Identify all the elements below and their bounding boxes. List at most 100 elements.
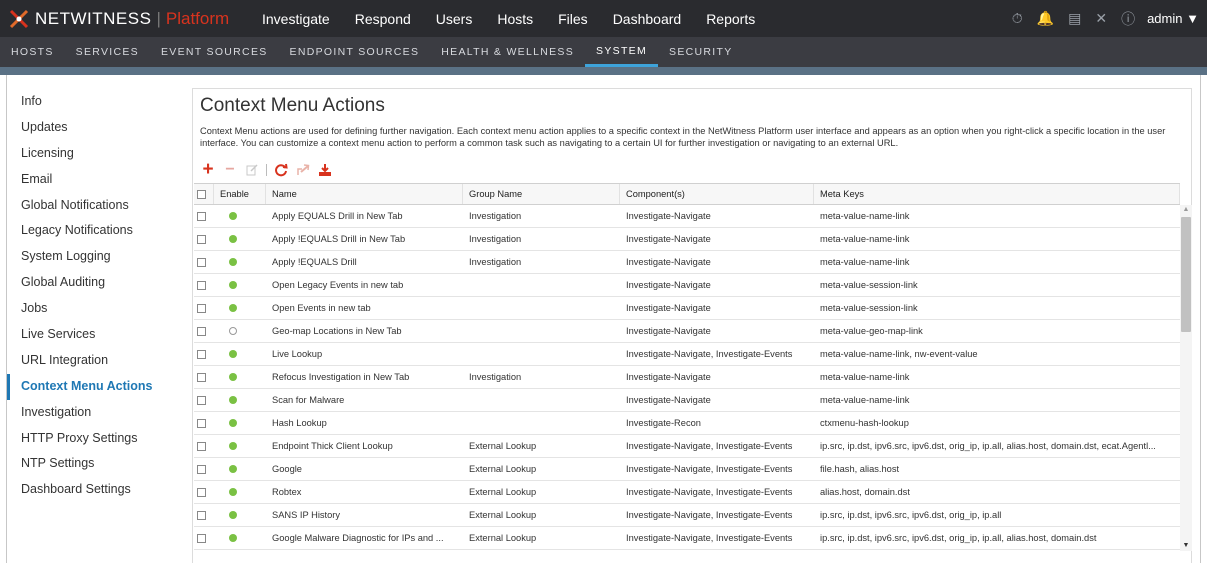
table-row[interactable]: Google Malware Diagnostic for IPs and ..… <box>194 527 1180 550</box>
nav-users[interactable]: Users <box>436 11 473 27</box>
enable-cell <box>214 366 266 388</box>
row-select-cell <box>194 228 214 250</box>
row-checkbox[interactable] <box>197 234 206 244</box>
row-checkbox[interactable] <box>197 487 206 497</box>
sidebar-item-jobs[interactable]: Jobs <box>7 296 187 322</box>
table-row[interactable]: SANS IP History External Lookup Investigat… <box>194 504 1180 527</box>
export-icon[interactable] <box>295 162 311 178</box>
sidebar-item-context-menu-actions[interactable]: Context Menu Actions <box>7 373 187 400</box>
enable-cell <box>214 481 266 503</box>
sidebar-item-url-integration[interactable]: URL Integration <box>7 348 187 374</box>
sidebar-item-licensing[interactable]: Licensing <box>7 141 187 167</box>
table-row[interactable]: Geo-map Locations in New Tab Investigate-… <box>194 320 1180 343</box>
row-checkbox[interactable] <box>197 418 206 428</box>
scroll-down-icon[interactable]: ▼ <box>1180 541 1192 551</box>
row-checkbox[interactable] <box>197 349 206 359</box>
meta-keys: meta-value-session-link <box>820 280 918 290</box>
table-row[interactable]: Refocus Investigation in New Tab Investig… <box>194 366 1180 389</box>
netwitness-logo[interactable]: NETWITNESS | Platform <box>8 0 248 37</box>
header-enable[interactable]: Enable <box>214 184 266 204</box>
row-checkbox[interactable] <box>197 395 206 405</box>
row-checkbox[interactable] <box>197 303 206 313</box>
group-name: External Lookup <box>469 441 537 451</box>
nav-reports[interactable]: Reports <box>706 11 755 27</box>
select-all-checkbox[interactable] <box>197 189 206 199</box>
sidebar-item-http-proxy-settings[interactable]: HTTP Proxy Settings <box>7 426 187 452</box>
nav-dashboard[interactable]: Dashboard <box>613 11 682 27</box>
nav-respond[interactable]: Respond <box>355 11 411 27</box>
row-checkbox[interactable] <box>197 533 206 543</box>
scroll-up-icon[interactable]: ▲ <box>1180 205 1192 215</box>
bell-icon[interactable]: 🔔 <box>1037 10 1054 27</box>
sidebar-item-info[interactable]: Info <box>7 89 187 115</box>
notes-icon[interactable]: ▤ <box>1068 10 1081 27</box>
sidebar-item-investigation[interactable]: Investigation <box>7 400 187 426</box>
table-row[interactable]: Scan for Malware Investigate-Navigate meta… <box>194 389 1180 412</box>
table-scrollbar[interactable]: ▲ ▼ <box>1180 205 1192 551</box>
help-icon[interactable]: ⓘ <box>1121 9 1135 29</box>
enabled-status-icon <box>229 488 237 496</box>
action-name: Hash Lookup <box>272 418 327 428</box>
sidebar-item-dashboard-settings[interactable]: Dashboard Settings <box>7 477 187 503</box>
header-name[interactable]: Name <box>266 184 463 204</box>
sidebar-item-global-auditing[interactable]: Global Auditing <box>7 270 187 296</box>
sidebar-item-ntp-settings[interactable]: NTP Settings <box>7 451 187 477</box>
scroll-thumb[interactable] <box>1181 217 1191 332</box>
enabled-status-icon <box>229 396 237 404</box>
refresh-icon[interactable] <box>273 162 289 178</box>
sidebar-item-legacy-notifications[interactable]: Legacy Notifications <box>7 218 187 244</box>
page-description: Context Menu actions are used for defini… <box>200 126 1166 148</box>
add-icon[interactable]: + <box>200 159 216 180</box>
sidebar-item-updates[interactable]: Updates <box>7 115 187 141</box>
remove-icon[interactable]: − <box>222 161 238 178</box>
row-checkbox[interactable] <box>197 510 206 520</box>
table-row[interactable]: Hash Lookup Investigate-Recon ctxmenu-hash… <box>194 412 1180 435</box>
header-group-name[interactable]: Group Name <box>463 184 620 204</box>
timer-icon[interactable]: ⏱ <box>1012 10 1023 27</box>
nav-investigate[interactable]: Investigate <box>262 11 330 27</box>
sidebar-item-global-notifications[interactable]: Global Notifications <box>7 193 187 219</box>
tab-endpoint-sources[interactable]: ENDPOINT SOURCES <box>279 37 431 67</box>
row-checkbox[interactable] <box>197 326 206 336</box>
row-checkbox[interactable] <box>197 464 206 474</box>
tools-icon[interactable]: ✕ <box>1095 10 1107 27</box>
action-name: SANS IP History <box>272 510 341 520</box>
tab-system[interactable]: SYSTEM <box>585 37 659 67</box>
action-name: Apply EQUALS Drill in New Tab <box>272 211 403 221</box>
chevron-down-icon: ▼ <box>1186 11 1199 26</box>
tab-security[interactable]: SECURITY <box>658 37 744 67</box>
sidebar-item-live-services[interactable]: Live Services <box>7 322 187 348</box>
tab-event-sources[interactable]: EVENT SOURCES <box>150 37 279 67</box>
sidebar-item-system-logging[interactable]: System Logging <box>7 244 187 270</box>
tab-health-wellness[interactable]: HEALTH & WELLNESS <box>430 37 585 67</box>
enabled-status-icon <box>229 350 237 358</box>
user-menu[interactable]: admin ▼ <box>1147 11 1199 26</box>
header-meta-keys[interactable]: Meta Keys <box>814 184 1180 204</box>
row-checkbox[interactable] <box>197 257 206 267</box>
table-row[interactable]: Apply !EQUALS Drill in New Tab Investigat… <box>194 228 1180 251</box>
tab-services[interactable]: SERVICES <box>65 37 150 67</box>
table-row[interactable]: Open Events in new tab Investigate-Naviga… <box>194 297 1180 320</box>
table-row[interactable]: Open Legacy Events in new tab Investigate… <box>194 274 1180 297</box>
table-row[interactable]: Robtex External Lookup Investigate-Navigat… <box>194 481 1180 504</box>
action-name: Google Malware Diagnostic for IPs and ..… <box>272 533 444 543</box>
table-row[interactable]: Apply !EQUALS Drill Investigation Investig… <box>194 251 1180 274</box>
row-checkbox[interactable] <box>197 211 206 221</box>
edit-icon[interactable] <box>244 162 260 178</box>
table-row[interactable]: Endpoint Thick Client Lookup External Loo… <box>194 435 1180 458</box>
table-row[interactable]: Apply EQUALS Drill in New Tab Investigati… <box>194 205 1180 228</box>
row-checkbox[interactable] <box>197 372 206 382</box>
row-select-cell <box>194 274 214 296</box>
table-header: Enable Name Group Name Component(s) Meta… <box>194 184 1180 205</box>
nav-files[interactable]: Files <box>558 11 588 27</box>
row-checkbox[interactable] <box>197 280 206 290</box>
row-checkbox[interactable] <box>197 441 206 451</box>
sidebar-item-email[interactable]: Email <box>7 167 187 193</box>
nav-hosts[interactable]: Hosts <box>497 11 533 27</box>
table-row[interactable]: Google External Lookup Investigate-Navigat… <box>194 458 1180 481</box>
table-row[interactable]: Live Lookup Investigate-Navigate, Investi… <box>194 343 1180 366</box>
import-icon[interactable] <box>317 162 333 178</box>
tab-hosts[interactable]: HOSTS <box>0 37 65 67</box>
brand-separator: | <box>156 8 161 28</box>
header-components[interactable]: Component(s) <box>620 184 814 204</box>
